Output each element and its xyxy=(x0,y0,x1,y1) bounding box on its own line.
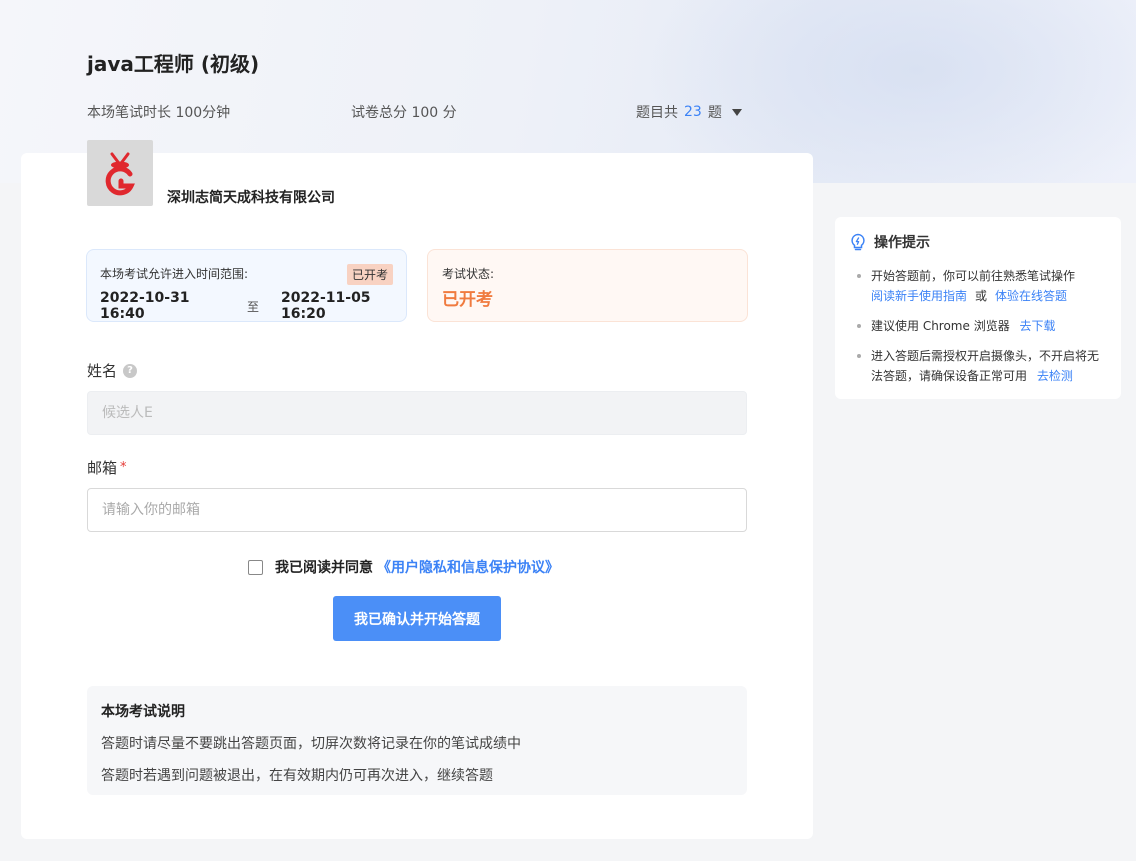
name-input[interactable] xyxy=(87,391,747,435)
name-label-text: 姓名 xyxy=(87,362,118,380)
beginner-guide-link[interactable]: 阅读新手使用指南 xyxy=(871,289,967,303)
exam-status-label: 考试状态: xyxy=(442,267,495,281)
camera-check-link[interactable]: 去检测 xyxy=(1037,369,1073,383)
name-field-label: 姓名 ? xyxy=(87,360,138,381)
email-label-text: 邮箱 xyxy=(87,459,118,477)
start-exam-button[interactable]: 我已确认并开始答题 xyxy=(333,596,501,641)
agreement-text: 我已阅读并同意 xyxy=(275,560,373,576)
status-badge: 已开考 xyxy=(346,264,393,285)
help-icon[interactable]: ? xyxy=(123,363,138,378)
required-marker: * xyxy=(120,460,127,475)
exam-notes: 本场考试说明 答题时请尽量不要跳出答题页面，切屏次数将记录在你的笔试成绩中 答题… xyxy=(87,686,747,795)
end-time: 2022-11-05 16:20 xyxy=(281,290,371,322)
tip-item: 开始答题前，你可以前往熟悉笔试操作 阅读新手使用指南或体验在线答题 xyxy=(849,266,1107,306)
download-chrome-link[interactable]: 去下载 xyxy=(1020,319,1056,333)
exam-total-score: 试卷总分 100 分 xyxy=(351,105,457,121)
question-count-number: 23 xyxy=(684,104,702,120)
privacy-agreement-link[interactable]: 《用户隐私和信息保护协议》 xyxy=(377,557,559,577)
exam-status-box: 考试状态: 已开考 xyxy=(427,249,748,322)
exam-note-line: 答题时请尽量不要跳出答题页面，切屏次数将记录在你的笔试成绩中 xyxy=(101,736,521,752)
email-field-label: 邮箱 * xyxy=(87,457,127,478)
tip-or: 或 xyxy=(975,289,988,303)
operation-tips-panel: 操作提示 开始答题前，你可以前往熟悉笔试操作 阅读新手使用指南或体验在线答题 建… xyxy=(835,217,1121,399)
exam-note-line: 答题时若遇到问题被退出，在有效期内仍可再次进入，继续答题 xyxy=(101,768,493,784)
exam-status-value: 已开考 xyxy=(442,290,493,310)
time-range: 2022-10-31 16:40 至 2022-11-05 16:20 xyxy=(100,290,406,322)
tip-item: 建议使用 Chrome 浏览器 去下载 xyxy=(849,316,1107,336)
entry-time-range-box: 本场考试允许进入时间范围: 已开考 2022-10-31 16:40 至 202… xyxy=(86,249,407,322)
lightbulb-icon xyxy=(851,233,865,251)
caret-down-icon[interactable] xyxy=(731,108,742,116)
company-logo xyxy=(87,140,153,206)
question-count-dropdown[interactable]: 题目共 23 题 xyxy=(636,102,742,122)
tip-text: 开始答题前，你可以前往熟悉笔试操作 xyxy=(871,269,1076,283)
question-count-suffix: 题 xyxy=(707,105,722,121)
range-separator: 至 xyxy=(246,299,259,314)
tip-text: 建议使用 Chrome 浏览器 xyxy=(871,319,1010,333)
agreement-checkbox[interactable] xyxy=(248,559,263,575)
question-count-prefix: 题目共 xyxy=(636,105,678,121)
email-input[interactable] xyxy=(87,488,747,532)
tip-item: 进入答题后需授权开启摄像头，不开启将无法答题，请确保设备正常可用 去检测 xyxy=(849,346,1107,386)
company-name: 深圳志简天成科技有限公司 xyxy=(167,190,335,206)
tips-title: 操作提示 xyxy=(874,235,930,251)
online-trial-link[interactable]: 体验在线答题 xyxy=(995,289,1067,303)
start-time: 2022-10-31 16:40 xyxy=(100,290,190,322)
time-range-label: 本场考试允许进入时间范围: xyxy=(100,267,249,281)
exam-entry-card: 深圳志简天成科技有限公司 本场考试允许进入时间范围: 已开考 2022-10-3… xyxy=(21,140,813,839)
agreement-row: 我已阅读并同意 《用户隐私和信息保护协议》 xyxy=(248,557,559,577)
exam-notes-title: 本场考试说明 xyxy=(101,704,185,720)
exam-duration: 本场笔试时长 100分钟 xyxy=(87,105,231,121)
company-logo-icon xyxy=(105,152,135,196)
tips-header: 操作提示 xyxy=(849,232,1107,252)
exam-title: java工程师 (初级) xyxy=(87,52,260,76)
